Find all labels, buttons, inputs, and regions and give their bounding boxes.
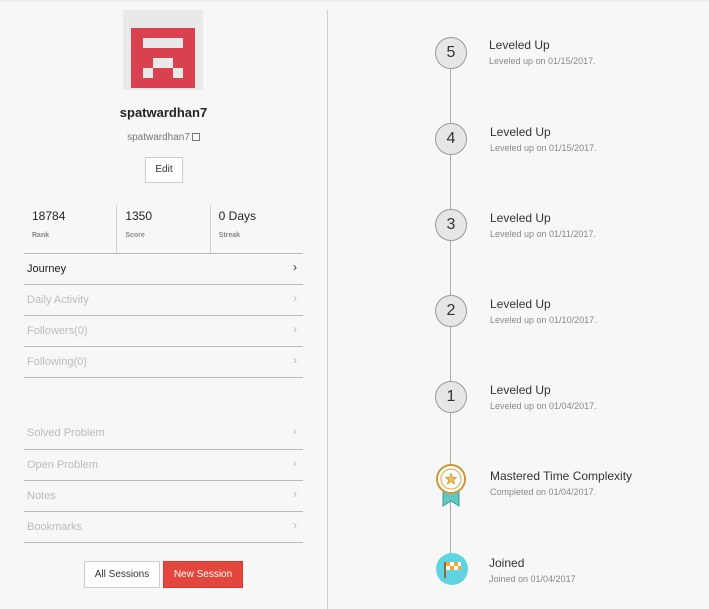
stat-score-value: 1350 [125,209,153,223]
username: spatwardhan7 [119,105,208,120]
nav-item-daily-activity[interactable]: Daily Activity › [24,284,303,315]
nav-label: Open Problem [27,459,98,471]
event-title: Leveled Up [490,211,551,225]
stat-score-label: Score [125,232,145,239]
handle-text: spatwardhan7 [127,132,190,143]
nav-item-journey[interactable]: Journey › [24,253,303,284]
nav-label: Journey [27,263,67,275]
nav-label: Bookmarks [27,521,83,533]
primary-nav: Journey › Daily Activity › Followers(0) › F… [24,253,303,378]
nav-item-followers[interactable]: Followers(0) › [24,315,303,346]
stat-streak-label: Streak [218,232,241,239]
chevron-right-icon: › [293,456,297,470]
event-title: Leveled Up [490,297,551,311]
chevron-right-icon: › [293,487,297,501]
chevron-right-icon: › [293,322,297,336]
stat-rank: 18784 Rank [24,205,116,253]
event-subtitle: Leveled up on 01/11/2017. [490,229,596,239]
edit-profile-button[interactable]: Edit [145,157,183,183]
event-subtitle: Leveled up on 01/10/2017. [490,315,597,325]
event-subtitle: Leveled up on 01/15/2017. [490,143,597,153]
identicon-icon [123,10,203,90]
avatar [123,10,203,90]
chevron-right-icon: › [293,353,297,367]
nav-item-following[interactable]: Following(0) › [24,346,303,377]
event-title: Leveled Up [490,125,551,139]
event-title: Leveled Up [489,38,550,52]
event-subtitle: Completed on 01/04/2017. [490,487,597,497]
nav-label: Followers(0) [27,325,88,337]
new-session-button[interactable]: New Session [163,561,243,588]
event-title: Leveled Up [490,383,551,397]
stat-rank-value: 18784 [32,209,66,223]
stat-rank-label: Rank [32,232,50,239]
event-subtitle: Leveled up on 01/04/2017. [490,401,597,411]
level-badge: 5 [435,37,467,69]
event-subtitle: Joined on 01/04/2017 [489,574,576,584]
nav-item-open-problem[interactable]: Open Problem › [24,449,303,480]
chevron-right-icon: › [293,424,297,438]
nav-label: Notes [27,490,56,502]
level-badge: 1 [435,381,467,413]
stat-streak: 0 Days Streak [209,205,303,253]
external-link-icon [191,133,200,141]
nav-item-notes[interactable]: Notes › [24,480,303,511]
column-divider [327,10,328,609]
event-title: Joined [489,556,525,570]
checkered-flag-icon [436,553,468,585]
stats-bar: 18784 Rank 1350 Score 0 Days Streak [24,205,303,253]
medal-icon [436,464,466,507]
level-badge: 3 [435,209,467,241]
chevron-right-icon: › [293,260,297,274]
event-title: Mastered Time Complexity [490,469,633,483]
profile-panel: spatwardhan7 spatwardhan7 Edit 18784 Ran… [0,0,327,609]
nav-item-bookmarks[interactable]: Bookmarks › [24,511,303,542]
level-badge: 2 [435,295,467,327]
stat-score: 1350 Score [116,205,209,253]
profile-handle-link[interactable]: spatwardhan7 [0,132,327,143]
chevron-right-icon: › [293,518,297,532]
nav-label: Solved Problem [27,427,105,439]
nav-label: Following(0) [27,356,87,368]
all-sessions-button[interactable]: All Sessions [84,561,160,588]
nav-item-solved-problem[interactable]: Solved Problem › [24,418,303,449]
stat-streak-value: 0 Days [218,209,257,223]
chevron-right-icon: › [293,291,297,305]
event-subtitle: Leveled up on 01/15/2017. [489,56,596,66]
level-badge: 4 [435,123,467,155]
secondary-nav: Solved Problem › Open Problem › Notes › Boo… [24,418,303,543]
nav-label: Daily Activity [27,294,89,306]
